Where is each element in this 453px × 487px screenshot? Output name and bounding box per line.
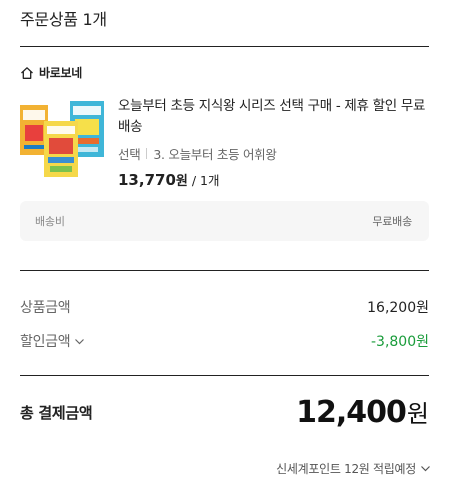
product-amount-row: 상품금액 16,200원 [20, 297, 429, 317]
total-amount-number: 12,400 [296, 395, 407, 430]
quantity: / 1개 [191, 173, 220, 188]
price-amount: 13,770 [118, 171, 176, 189]
chevron-down-icon [421, 466, 430, 472]
section-divider-summary [20, 270, 429, 271]
price-currency: 원 [175, 174, 188, 189]
shipping-value: 무료배송 [372, 215, 412, 228]
product-name[interactable]: 오늘부터 초등 지식왕 시리즈 선택 구매 - 제휴 할인 무료배송 [118, 96, 429, 138]
option-label: 선택 [118, 147, 141, 162]
discount-amount-row: 할인금액 -3,800원 [20, 331, 429, 351]
home-icon [21, 66, 33, 79]
discount-amount-value: -3,800원 [370, 334, 429, 350]
total-amount: 12,400 원 [296, 394, 429, 430]
order-items-title: 주문상품 1개 [20, 10, 107, 29]
points-toggle[interactable]: 신세계포인트 12원 적립예정 [276, 460, 431, 477]
total-amount-currency: 원 [406, 400, 429, 428]
discount-toggle[interactable]: 할인금액 [20, 331, 85, 351]
product-thumbnail[interactable] [20, 99, 108, 181]
book-cover-1 [20, 105, 48, 155]
product-amount-value: 16,200원 [367, 300, 429, 316]
product-option: 선택 3. 오늘부터 초등 어휘왕 [118, 144, 429, 163]
section-divider-top [20, 46, 429, 47]
book-cover-2 [44, 121, 78, 177]
option-separator [146, 148, 148, 159]
product-price: 13,770 원 / 1개 [118, 170, 429, 189]
order-item: 오늘부터 초등 지식왕 시리즈 선택 구매 - 제휴 할인 무료배송 선택 3.… [20, 96, 429, 196]
store-name: 바로보네 [39, 66, 82, 80]
option-value: 3. 오늘부터 초등 어휘왕 [153, 147, 277, 162]
product-amount-label: 상품금액 [20, 300, 71, 316]
chevron-down-icon [75, 338, 85, 344]
shipping-fee-box: 배송비 무료배송 [20, 201, 429, 241]
store-link[interactable]: 바로보네 [20, 64, 82, 81]
total-label: 총 결제금액 [20, 403, 93, 422]
section-divider-total [20, 375, 429, 376]
shipping-label: 배송비 [35, 215, 65, 228]
points-text: 신세계포인트 12원 적립예정 [276, 462, 416, 476]
discount-label: 할인금액 [20, 334, 71, 350]
total-payment-row: 총 결제금액 12,400 원 [20, 394, 429, 430]
